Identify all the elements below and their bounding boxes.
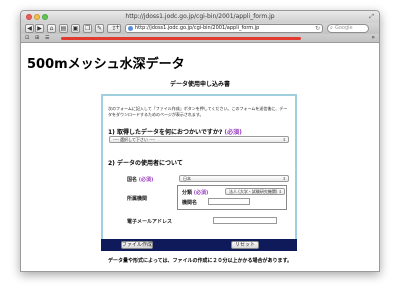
title-bar: http://jdoss1.jodc.go.jp/cgi-bin/2001/ap… bbox=[21, 11, 379, 23]
form-button-bar: ファイル作成 リセット bbox=[101, 239, 297, 251]
window-title: http://jdoss1.jodc.go.jp/cgi-bin/2001/ap… bbox=[125, 13, 275, 20]
page-title: 500mメッシュ水深データ bbox=[27, 57, 185, 72]
required-marker: (必須) bbox=[193, 190, 209, 196]
back-button[interactable]: ◀ bbox=[25, 24, 34, 33]
application-form: 次のフォームに記入して「ファイル作成」ボタンを押してください。このフォームを送信… bbox=[101, 94, 297, 251]
site-favicon-icon bbox=[128, 26, 133, 31]
search-field[interactable]: ⌕ Google bbox=[327, 24, 369, 33]
notes-icon[interactable]: ✎ bbox=[95, 24, 104, 33]
organization-name-input[interactable] bbox=[208, 198, 250, 205]
search-icon: ⌕ bbox=[330, 25, 333, 31]
required-marker: (必須) bbox=[138, 177, 154, 183]
more-bookmarks-icon[interactable]: » bbox=[371, 34, 375, 41]
country-label: 国名 (必須) bbox=[127, 177, 154, 183]
organization-class-select[interactable]: 法人 (大学・試験研究機関) ⇕ bbox=[225, 188, 285, 195]
purpose-question: 1) 取得したデータを何におつかいですか? (必須) bbox=[108, 129, 242, 136]
required-marker: (必須) bbox=[224, 129, 242, 136]
processing-time-note: データ量や形式によっては、ファイルの作成に２０分以上かかる場合があります。 bbox=[107, 258, 292, 264]
select-arrows-icon: ⇕ bbox=[278, 189, 282, 194]
apps-grid-icon[interactable]: ⊞ bbox=[35, 35, 39, 41]
create-file-button[interactable]: ファイル作成 bbox=[121, 241, 153, 249]
select-arrows-icon: ⇕ bbox=[282, 176, 286, 181]
reader-icon[interactable]: ▤ bbox=[59, 24, 68, 33]
organization-name-label: 機関名 bbox=[182, 200, 198, 206]
organization-class-label: 分類 (必須) bbox=[182, 190, 209, 196]
add-bookmark-button[interactable]: + bbox=[113, 24, 122, 33]
organization-label: 所属機関 bbox=[127, 196, 148, 202]
clip-icon[interactable]: ❐ bbox=[83, 24, 92, 33]
bookmarks-icon[interactable]: ⊡ bbox=[25, 35, 29, 41]
reading-list-icon[interactable]: ☰ bbox=[45, 35, 49, 41]
page-content: 500mメッシュ水深データ データ使用申し込み書 次のフォームに記入して「ファイ… bbox=[21, 43, 379, 271]
screen-icon[interactable]: ▣ bbox=[71, 24, 80, 33]
email-label: 電子メールアドレス bbox=[127, 219, 173, 225]
fullscreen-icon[interactable]: ⤢ bbox=[369, 13, 374, 21]
address-bar[interactable]: http://jdoss1.jodc.go.jp/cgi-bin/2001/ap… bbox=[125, 24, 323, 33]
user-info-section-label: 2) データの使用者について bbox=[108, 160, 183, 167]
redaction-mark bbox=[61, 37, 301, 40]
browser-toolbar: ◀ ▶ ⌂ ▤ ▣ ❐ ✎ ⇪ + http://jdoss1.jodc.go.… bbox=[21, 23, 379, 34]
browser-window: http://jdoss1.jodc.go.jp/cgi-bin/2001/ap… bbox=[20, 10, 380, 272]
home-icon[interactable]: ⌂ bbox=[47, 24, 56, 33]
purpose-select[interactable]: ---- 選択して下さい ---- ⇕ bbox=[109, 136, 289, 143]
search-placeholder: Google bbox=[335, 25, 353, 31]
email-input[interactable] bbox=[213, 217, 277, 224]
country-select[interactable]: 日本 ⇕ bbox=[179, 175, 289, 182]
bookmarks-bar: ⊡ ⊞ ☰ » bbox=[21, 34, 379, 43]
reset-button[interactable]: リセット bbox=[231, 241, 259, 249]
select-arrows-icon: ⇕ bbox=[282, 137, 286, 142]
organization-box: 分類 (必須) 法人 (大学・試験研究機関) ⇕ 機関名 bbox=[177, 185, 287, 210]
form-heading: データ使用申し込み書 bbox=[169, 81, 230, 88]
address-bar-url: http://jdoss1.jodc.go.jp/cgi-bin/2001/ap… bbox=[135, 25, 260, 31]
reload-icon[interactable]: ↻ bbox=[315, 25, 320, 32]
forward-button[interactable]: ▶ bbox=[35, 24, 44, 33]
form-instructions: 次のフォームに記入して「ファイル作成」ボタンを押してください。このフォームを送信… bbox=[108, 106, 288, 117]
